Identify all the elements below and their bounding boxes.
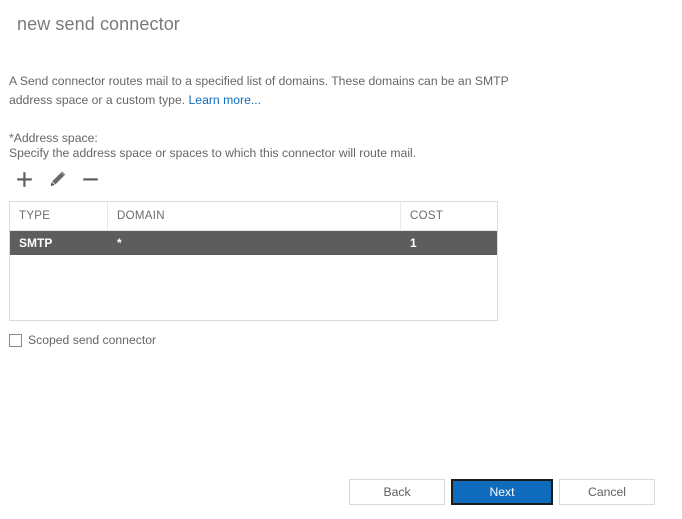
plus-icon bbox=[16, 171, 33, 188]
address-space-table: TYPE DOMAIN COST SMTP * 1 bbox=[9, 201, 498, 321]
table-row[interactable]: SMTP * 1 bbox=[10, 231, 497, 255]
add-button[interactable] bbox=[11, 167, 37, 191]
address-space-help-text: Specify the address space or spaces to w… bbox=[9, 146, 417, 160]
cell-cost: 1 bbox=[410, 236, 417, 250]
address-space-toolbar bbox=[11, 166, 103, 192]
column-header-type[interactable]: TYPE bbox=[10, 202, 108, 230]
table-body: SMTP * 1 bbox=[10, 231, 497, 255]
cell-type: SMTP bbox=[19, 236, 53, 250]
cancel-button[interactable]: Cancel bbox=[559, 479, 655, 505]
back-button[interactable]: Back bbox=[349, 479, 445, 505]
scoped-send-connector-label: Scoped send connector bbox=[28, 333, 157, 347]
footer-button-bar: Back Next Cancel bbox=[349, 479, 655, 505]
table-header-row: TYPE DOMAIN COST bbox=[10, 202, 497, 231]
scoped-send-connector-checkbox[interactable] bbox=[9, 333, 22, 347]
edit-button[interactable] bbox=[44, 167, 70, 191]
intro-paragraph: A Send connector routes mail to a specif… bbox=[9, 72, 509, 110]
minus-icon bbox=[82, 171, 99, 188]
pencil-icon bbox=[49, 170, 66, 188]
learn-more-link[interactable]: Learn more... bbox=[189, 93, 261, 107]
next-button[interactable]: Next bbox=[451, 479, 553, 505]
column-header-domain[interactable]: DOMAIN bbox=[108, 202, 401, 230]
remove-button[interactable] bbox=[77, 167, 103, 191]
scoped-send-connector-row[interactable]: Scoped send connector bbox=[9, 333, 156, 347]
cell-domain: * bbox=[117, 236, 122, 250]
page-title: new send connector bbox=[17, 14, 180, 34]
column-header-cost[interactable]: COST bbox=[401, 202, 497, 230]
